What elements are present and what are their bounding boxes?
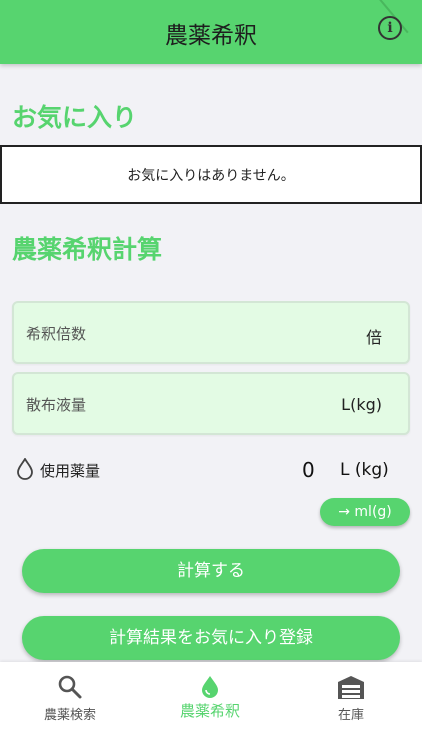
tab-pesticide-search[interactable]: 農薬検索 [0, 662, 140, 750]
drop-icon [17, 458, 33, 480]
drop-icon [202, 676, 218, 698]
dilution-ratio-unit: 倍 [365, 328, 382, 347]
calculate-button[interactable]: 計算する [22, 549, 400, 593]
save-favorite-button[interactable]: 計算結果をお気に入り登録 [22, 616, 400, 660]
tab-label: 在庫 [337, 708, 364, 723]
warehouse-icon [338, 676, 364, 699]
convert-ml-button[interactable]: → ml(g) [320, 498, 410, 526]
tab-bar: 農薬検索 農薬希釈 在庫 [0, 662, 422, 750]
info-icon[interactable]: i [378, 16, 402, 40]
calculator-heading: 農薬希釈計算 [12, 235, 163, 264]
dilution-ratio-field[interactable]: 希釈倍数 倍 [12, 301, 410, 364]
tab-label: 農薬検索 [43, 708, 96, 723]
favorites-heading: お気に入り [12, 103, 138, 132]
page-title: 農薬希釈 [165, 23, 257, 49]
usage-unit: L (kg) [340, 460, 389, 480]
usage-row: 使用薬量 0 L (kg) [14, 456, 394, 486]
spray-volume-label: 散布液量 [26, 396, 87, 414]
search-icon [58, 675, 82, 699]
usage-value: 0 [302, 458, 315, 482]
tab-label: 農薬希釈 [179, 702, 240, 720]
dilution-ratio-label: 希釈倍数 [26, 325, 87, 343]
spray-volume-unit: L(kg) [341, 395, 382, 414]
favorites-list: お気に入りはありません。 [0, 145, 422, 204]
tab-inventory[interactable]: 在庫 [281, 662, 421, 750]
app-header: 農薬希釈 i [0, 0, 422, 64]
favorites-empty-message: お気に入りはありません。 [127, 167, 295, 184]
usage-label: 使用薬量 [40, 462, 101, 480]
spray-volume-field[interactable]: 散布液量 L(kg) [12, 372, 410, 435]
tab-pesticide-dilution[interactable]: 農薬希釈 [140, 662, 280, 750]
